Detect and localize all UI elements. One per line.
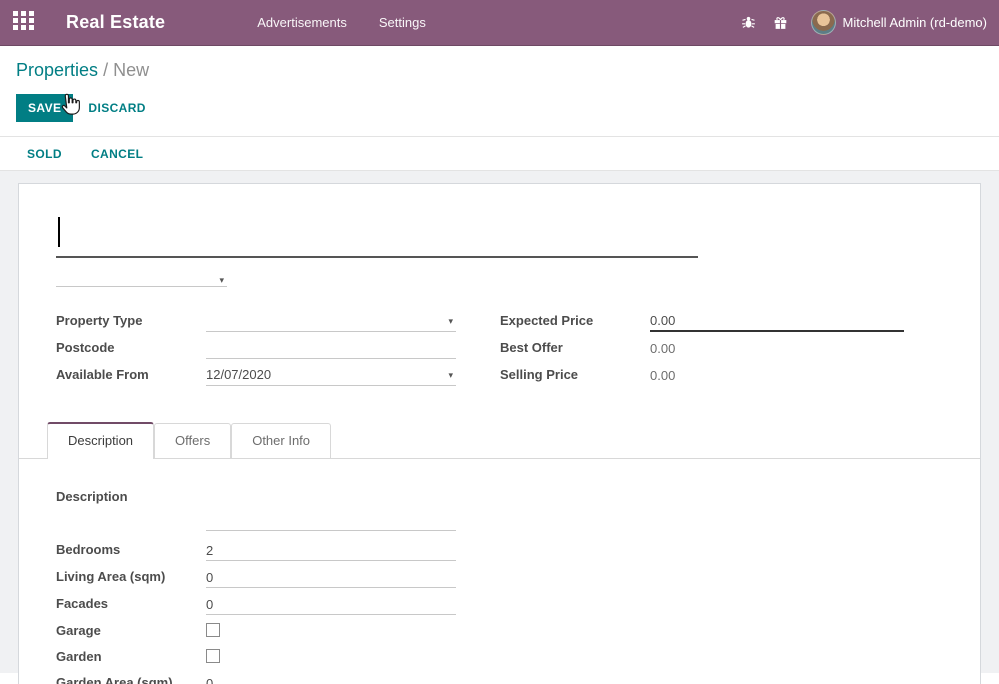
- field-row-selling-price: Selling Price 0.00: [500, 365, 904, 392]
- spacer: [56, 531, 943, 540]
- description-tab-content: Description Bedrooms 2 Living Area (sqm)…: [56, 459, 943, 684]
- description-textarea[interactable]: [206, 487, 456, 531]
- garden-checkbox[interactable]: [206, 649, 220, 663]
- field-row-bedrooms: Bedrooms 2: [56, 540, 943, 567]
- tab-row: Description Offers Other Info: [19, 422, 980, 459]
- apps-menu-button[interactable]: [0, 0, 46, 46]
- postcode-label: Postcode: [56, 338, 206, 355]
- tab-offers[interactable]: Offers: [154, 423, 231, 458]
- menu-settings[interactable]: Settings: [379, 15, 426, 30]
- best-offer-label: Best Offer: [500, 338, 650, 355]
- breadcrumb-separator: /: [103, 60, 113, 80]
- notebook: Description Offers Other Info Descriptio…: [56, 422, 943, 684]
- user-menu[interactable]: Mitchell Admin (rd-demo): [843, 15, 988, 30]
- garden-area-input[interactable]: 0: [206, 673, 456, 684]
- field-row-postcode: Postcode: [56, 338, 456, 365]
- property-type-select[interactable]: ▾: [206, 311, 456, 332]
- control-panel-buttons: SAVE DISCARD: [16, 81, 983, 136]
- apps-grid-icon: [13, 11, 34, 35]
- best-offer-value: 0.00: [650, 338, 904, 359]
- tab-description[interactable]: Description: [47, 422, 154, 459]
- main-menu: Advertisements Settings: [257, 15, 426, 30]
- cancel-button[interactable]: CANCEL: [91, 147, 143, 161]
- field-row-garage: Garage: [56, 621, 943, 647]
- expected-price-input[interactable]: 0.00: [650, 311, 904, 332]
- garden-area-label: Garden Area (sqm): [56, 673, 206, 684]
- field-row-garden: Garden: [56, 647, 943, 673]
- available-from-date-input[interactable]: 12/07/2020 ▾: [206, 365, 456, 386]
- property-name-input[interactable]: [56, 210, 698, 258]
- field-row-facades: Facades 0: [56, 594, 943, 621]
- text-cursor-caret: [58, 217, 60, 247]
- field-row-property-type: Property Type ▾: [56, 311, 456, 338]
- debug-bug-icon[interactable]: [733, 0, 765, 46]
- breadcrumb: Properties / New: [16, 60, 983, 81]
- content-background: ▾ Property Type ▾ Postcode: [0, 171, 999, 673]
- field-row-garden-area: Garden Area (sqm) 0: [56, 673, 943, 684]
- bedrooms-label: Bedrooms: [56, 540, 206, 557]
- field-grid: Property Type ▾ Postcode Available From: [56, 311, 943, 392]
- breadcrumb-properties-link[interactable]: Properties: [16, 60, 98, 80]
- chevron-down-icon: ▾: [448, 370, 456, 381]
- save-button[interactable]: SAVE: [16, 94, 73, 122]
- control-panel: Properties / New SAVE DISCARD: [0, 46, 999, 136]
- garden-label: Garden: [56, 647, 206, 664]
- app-brand-title: Real Estate: [66, 12, 165, 33]
- facades-input[interactable]: 0: [206, 594, 456, 615]
- field-row-best-offer: Best Offer 0.00: [500, 338, 904, 365]
- user-avatar[interactable]: [811, 10, 836, 35]
- breadcrumb-current: New: [113, 60, 149, 80]
- tab-other-info[interactable]: Other Info: [231, 423, 331, 458]
- living-area-input[interactable]: 0: [206, 567, 456, 588]
- form-sheet: ▾ Property Type ▾ Postcode: [18, 183, 981, 684]
- field-row-living-area: Living Area (sqm) 0: [56, 567, 943, 594]
- field-row-expected-price: Expected Price 0.00: [500, 311, 904, 338]
- chevron-down-icon: ▾: [219, 275, 227, 286]
- navbar-right: Mitchell Admin (rd-demo): [733, 0, 999, 46]
- left-field-column: Property Type ▾ Postcode Available From: [56, 311, 456, 392]
- field-row-available-from: Available From 12/07/2020 ▾: [56, 365, 456, 392]
- discard-button[interactable]: DISCARD: [88, 101, 145, 115]
- selling-price-value: 0.00: [650, 365, 904, 386]
- garage-label: Garage: [56, 621, 206, 638]
- postcode-input[interactable]: [206, 338, 456, 359]
- right-field-column: Expected Price 0.00 Best Offer 0.00 Sell…: [500, 311, 904, 392]
- living-area-label: Living Area (sqm): [56, 567, 206, 584]
- menu-advertisements[interactable]: Advertisements: [257, 15, 347, 30]
- property-tags-input[interactable]: ▾: [56, 267, 227, 287]
- facades-label: Facades: [56, 594, 206, 611]
- sold-button[interactable]: SOLD: [27, 147, 62, 161]
- form-statusbar: SOLD CANCEL: [0, 136, 999, 171]
- top-navbar: Real Estate Advertisements Settings Mitc…: [0, 0, 999, 46]
- property-type-label: Property Type: [56, 311, 206, 328]
- bedrooms-input[interactable]: 2: [206, 540, 456, 561]
- garage-checkbox[interactable]: [206, 623, 220, 637]
- chevron-down-icon: ▾: [448, 316, 456, 327]
- selling-price-label: Selling Price: [500, 365, 650, 382]
- expected-price-label: Expected Price: [500, 311, 650, 328]
- gift-icon[interactable]: [765, 0, 797, 46]
- available-from-label: Available From: [56, 365, 206, 382]
- field-row-description: Description: [56, 487, 943, 531]
- description-label: Description: [56, 487, 206, 531]
